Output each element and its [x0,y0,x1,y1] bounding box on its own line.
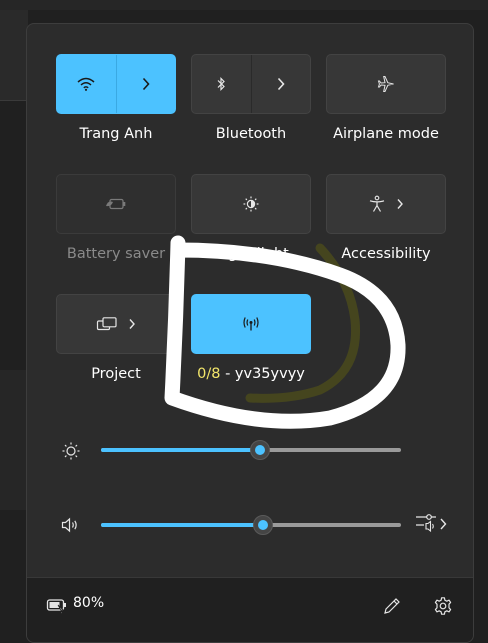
audio-output-button[interactable] [413,514,449,536]
gear-icon[interactable] [432,595,454,617]
wifi-label: Trang Anh [79,126,153,142]
background-strip [0,10,28,100]
brightness-icon [61,441,81,461]
night-light-icon [242,195,260,213]
accessibility-label: Accessibility [341,246,431,262]
bluetooth-icon [216,76,226,92]
speaker-icon[interactable] [60,515,80,535]
accessibility-icon [368,195,386,213]
mobile-hotspot-tile[interactable] [191,294,311,354]
airplane-mode-label: Airplane mode [333,126,439,142]
bluetooth-toggle[interactable] [192,55,251,113]
accessibility-tile[interactable] [326,174,446,234]
slider-thumb[interactable] [253,515,273,535]
chevron-right-icon [439,516,447,535]
airplane-mode-tile[interactable] [326,54,446,114]
airplane-icon [377,75,395,93]
night-light-label: Night light [213,246,289,262]
bluetooth-label: Bluetooth [215,126,287,142]
chevron-right-icon [276,77,286,91]
hotspot-connected-count: 0/8 [197,366,221,382]
hotspot-icon [241,316,261,332]
slider-fill [101,448,260,452]
project-tile[interactable] [56,294,176,354]
wifi-icon [77,77,95,91]
bluetooth-tile[interactable] [191,54,311,114]
battery-saver-label: Battery saver [66,246,166,262]
pencil-icon[interactable] [381,595,403,617]
battery-saver-tile[interactable] [56,174,176,234]
battery-saver-icon [105,197,127,211]
slider-fill [101,523,263,527]
wifi-toggle[interactable] [57,55,116,113]
project-icon [96,316,118,332]
hotspot-network-name: - yv35yvyy [220,366,305,382]
night-light-tile[interactable] [191,174,311,234]
background-divider [0,100,28,101]
quick-settings-panel: Trang Anh Bluetooth Airplane mode Batter… [26,23,474,643]
wifi-tile[interactable] [56,54,176,114]
project-label: Project [91,366,141,382]
chevron-right-icon [396,198,404,210]
brightness-slider[interactable] [101,440,401,460]
bluetooth-expand-button[interactable] [251,55,310,113]
volume-slider[interactable] [101,515,401,535]
audio-output-icon [415,512,439,538]
slider-thumb[interactable] [250,440,270,460]
chevron-right-icon [128,318,136,330]
battery-charging-icon[interactable] [46,596,68,616]
battery-percentage: 80% [73,595,105,611]
chevron-right-icon [141,77,151,91]
wifi-expand-button[interactable] [116,55,175,113]
background-strip [0,370,28,510]
background-top-edge [0,0,488,10]
quick-settings-footer: 80% [27,577,473,642]
mobile-hotspot-label: 0/8 - yv35yvyy [176,366,326,382]
